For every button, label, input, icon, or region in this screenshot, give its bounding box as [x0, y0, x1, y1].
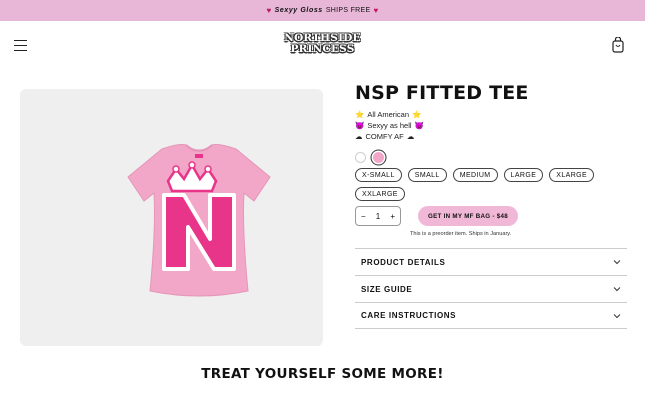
- site-header: NORTHSIDE PRINCESS: [0, 21, 645, 73]
- quantity-value[interactable]: 1: [376, 212, 380, 221]
- announcement-text: SHIPS FREE: [325, 7, 371, 14]
- size-options: X-SMALL SMALL MEDIUM LARGE XLARGE XXLARG…: [355, 168, 625, 201]
- quantity-stepper: − 1 +: [355, 206, 401, 226]
- heart-icon: ♥: [373, 6, 379, 15]
- accordion-size-guide[interactable]: SIZE GUIDE: [355, 275, 627, 302]
- devil-icon: 😈: [355, 121, 365, 130]
- increase-quantity-button[interactable]: +: [390, 212, 395, 221]
- logo-line-2: PRINCESS: [290, 43, 355, 55]
- product-tag: ☁ COMFY AF ☁: [355, 132, 414, 141]
- accordion-care-instructions[interactable]: CARE INSTRUCTIONS: [355, 302, 627, 329]
- tag-text: Sexyy as hell: [367, 121, 412, 130]
- size-option[interactable]: XLARGE: [549, 168, 595, 182]
- star-icon: ⭐: [412, 110, 422, 119]
- announcement-bar: ♥ Sexyy Gloss SHIPS FREE ♥: [0, 0, 645, 21]
- size-option[interactable]: SMALL: [407, 168, 447, 182]
- devil-icon: 😈: [414, 121, 424, 130]
- product-title: NSP FITTED TEE: [355, 82, 529, 104]
- cloud-icon: ☁: [406, 132, 415, 141]
- chevron-down-icon: [613, 287, 621, 292]
- preorder-note: This is a preorder item. Ships in Januar…: [410, 231, 512, 237]
- product-tag: ⭐ All American ⭐: [355, 110, 421, 119]
- product-tag: 😈 Sexyy as hell 😈: [355, 121, 424, 130]
- chevron-down-icon: [613, 313, 621, 318]
- decrease-quantity-button[interactable]: −: [361, 212, 366, 221]
- accordion-product-details[interactable]: PRODUCT DETAILS: [355, 248, 627, 275]
- bag-icon[interactable]: [612, 37, 624, 53]
- accordion-label: SIZE GUIDE: [361, 284, 413, 294]
- announcement-brand: Sexyy Gloss: [274, 7, 323, 14]
- size-option[interactable]: X-SMALL: [355, 168, 402, 182]
- chevron-down-icon: [613, 260, 621, 265]
- accordion-label: CARE INSTRUCTIONS: [361, 311, 457, 320]
- star-icon: ⭐: [355, 110, 365, 119]
- menu-icon[interactable]: [14, 40, 27, 51]
- tshirt-image: [127, 144, 271, 297]
- color-swatch-white[interactable]: [355, 152, 366, 163]
- cloud-icon: ☁: [355, 132, 363, 141]
- add-to-cart-button[interactable]: GET IN MY MF BAG - $48: [418, 206, 518, 226]
- accordion-label: PRODUCT DETAILS: [361, 257, 446, 267]
- section-title: TREAT YOURSELF SOME MORE!: [201, 366, 444, 382]
- tag-text: COMFY AF: [365, 132, 404, 141]
- tag-text: All American: [367, 110, 410, 119]
- color-swatch-pink[interactable]: [373, 152, 384, 163]
- size-option[interactable]: XXLARGE: [355, 187, 405, 201]
- size-option[interactable]: MEDIUM: [452, 168, 498, 182]
- site-logo[interactable]: NORTHSIDE PRINCESS: [281, 33, 364, 61]
- size-option[interactable]: LARGE: [503, 168, 544, 182]
- heart-icon: ♥: [266, 6, 272, 15]
- product-image[interactable]: [20, 89, 323, 346]
- color-swatches: [355, 152, 384, 163]
